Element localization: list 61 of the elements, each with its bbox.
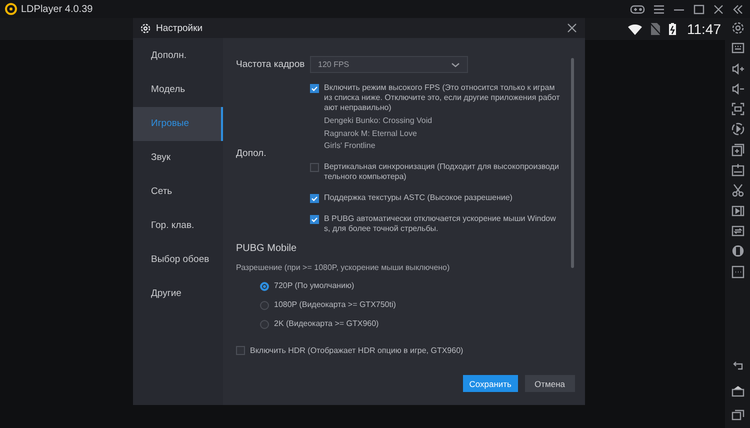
checkbox[interactable] — [236, 346, 245, 355]
sidebar-item[interactable]: Дополн. — [133, 39, 223, 73]
option-label: 2K (Видеокарта >= GTX960) — [274, 319, 379, 330]
sidebar-item[interactable]: Гор. клав. — [133, 209, 223, 243]
keyboard-icon[interactable] — [730, 41, 744, 56]
game-name: Ragnarok M: Eternal Love — [324, 128, 418, 139]
sidebar-item[interactable]: Выбор обоев — [133, 243, 223, 277]
option-label: В PUBG автоматически отключается ускорение мыши Windows, для более точной стрельбы. — [324, 214, 557, 234]
checkbox[interactable] — [310, 84, 319, 92]
checkbox[interactable] — [310, 194, 319, 203]
checkbox[interactable] — [310, 214, 319, 224]
fullscreen-icon[interactable] — [730, 102, 744, 116]
option-label: 1080P (Видеокарта >= GTX750ti) — [274, 300, 396, 310]
field-label: Допол. — [236, 148, 268, 160]
option-label: Включить HDR (Отображает HDR опцию в игре, GTX960) — [250, 346, 464, 355]
gamepad-icon[interactable] — [630, 4, 645, 14]
field-label: Частота кадров — [236, 59, 306, 70]
section-title: PUBG Mobile — [236, 243, 298, 254]
settings-icon — [140, 22, 151, 34]
chevron-icon — [451, 62, 460, 68]
radio-button[interactable] — [260, 282, 269, 291]
sidebar-item[interactable]: Другие — [133, 277, 223, 311]
menu-icon[interactable] — [653, 4, 665, 14]
game-name: Girls' Frontline — [324, 141, 376, 152]
sidebar-item[interactable]: Сеть — [133, 175, 223, 209]
radio-button[interactable] — [260, 300, 269, 310]
checkbox[interactable] — [310, 162, 319, 172]
option-label: Включить режим высокого FPS (Это относится только к играм из списка ниже. Отключите это, если другие приложения работают неправильно) — [324, 83, 560, 113]
sidebar-item[interactable]: Звук — [133, 141, 223, 175]
cancel-button[interactable]: Отмена — [524, 375, 575, 392]
volume-down-icon[interactable] — [730, 82, 744, 96]
clock-time: 11:47 — [687, 21, 721, 37]
more-icon[interactable] — [730, 264, 744, 279]
add-window-icon[interactable] — [730, 142, 744, 157]
radio-button[interactable] — [260, 320, 269, 329]
battery-icon — [667, 22, 678, 36]
sidebar-item[interactable]: Модель — [133, 73, 223, 107]
close-icon[interactable] — [567, 23, 577, 33]
maximize-icon[interactable] — [693, 4, 705, 14]
close-icon[interactable] — [713, 4, 724, 14]
settings-icon[interactable] — [730, 21, 744, 35]
wifi-icon — [627, 22, 643, 36]
dialog-title: Настройки — [156, 22, 204, 34]
sync-icon[interactable] — [730, 224, 744, 238]
recents-icon[interactable] — [730, 408, 744, 422]
option-label: Поддержка текстуры ASTC (Высокое разрешение) — [324, 193, 514, 204]
home-icon[interactable] — [730, 384, 744, 398]
option-label: Вертикальная синхронизация (Подходит для высокопроизводительного компьютера) — [324, 162, 560, 182]
video-icon[interactable] — [730, 204, 744, 218]
scrollbar[interactable] — [571, 58, 574, 268]
app-title: LDPlayer 4.0.39 — [21, 4, 94, 14]
resolution-label: Разрешение (при >= 1080P, ускорение мыши выключено) — [236, 263, 451, 272]
record-icon[interactable] — [730, 122, 744, 136]
no-sim-icon — [648, 22, 662, 36]
option-label: 720P (По умолчанию) — [274, 281, 354, 292]
scissors-icon[interactable] — [730, 183, 744, 198]
game-name: Dengeki Bunko: Crossing Void — [324, 116, 434, 126]
frame-rate-dropdown[interactable]: 120 FPS — [310, 56, 468, 73]
volume-up-icon[interactable] — [730, 62, 744, 76]
collapse-icon[interactable] — [732, 4, 744, 14]
logo-icon — [5, 3, 17, 15]
